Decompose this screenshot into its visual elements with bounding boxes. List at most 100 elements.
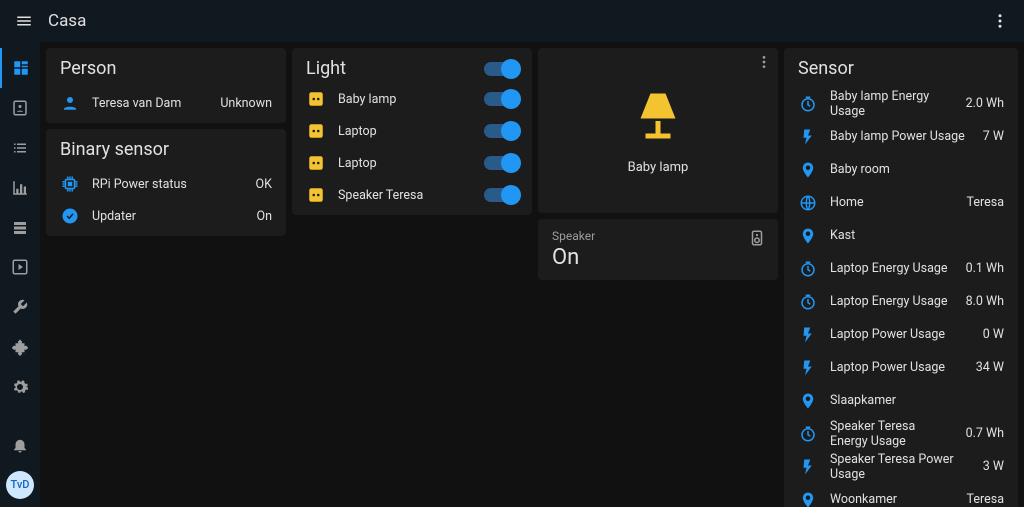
sensor-row[interactable]: HomeTeresa bbox=[798, 186, 1004, 219]
timer-icon bbox=[798, 425, 818, 443]
light-row[interactable]: Baby lamp bbox=[306, 83, 518, 115]
light-master-toggle[interactable] bbox=[484, 62, 518, 76]
binary-value: OK bbox=[256, 177, 272, 192]
sidebar: TvD bbox=[0, 42, 40, 507]
flash-icon bbox=[798, 326, 818, 344]
lamp-icon bbox=[628, 86, 688, 146]
speaker-title: Speaker bbox=[552, 229, 764, 243]
nav-overview[interactable] bbox=[0, 48, 40, 88]
sensor-row[interactable]: Laptop Energy Usage 0.1 Wh bbox=[798, 252, 1004, 285]
light-label: Laptop bbox=[338, 124, 472, 139]
sensor-row[interactable]: Slaapkamer bbox=[798, 384, 1004, 417]
binary-row-updater[interactable]: Updater On bbox=[60, 200, 272, 232]
timer-icon bbox=[798, 260, 818, 278]
person-row[interactable]: Teresa van Dam Unknown bbox=[60, 87, 272, 119]
sensor-row[interactable]: Laptop Energy Usage 8.0 Wh bbox=[798, 285, 1004, 318]
sensor-row[interactable]: Speaker Teresa Energy Usage 0.7 Wh bbox=[798, 417, 1004, 450]
light-row[interactable]: Laptop bbox=[306, 115, 518, 147]
person-value: Unknown bbox=[220, 96, 272, 111]
check-circle-icon bbox=[60, 207, 80, 225]
sensor-value: 0.1 Wh bbox=[966, 261, 1004, 276]
place-icon bbox=[798, 227, 818, 245]
person-title: Person bbox=[60, 58, 272, 79]
user-avatar[interactable]: TvD bbox=[6, 471, 34, 499]
outlet-icon bbox=[306, 186, 326, 204]
globe-icon bbox=[798, 194, 818, 212]
speaker-card[interactable]: Speaker On bbox=[538, 219, 778, 280]
nav-media[interactable] bbox=[0, 248, 40, 288]
menu-button[interactable] bbox=[12, 9, 36, 33]
sensor-label: Speaker Teresa Power Usage bbox=[830, 452, 971, 482]
sensor-label: Slaapkamer bbox=[830, 393, 992, 408]
nav-integrations[interactable] bbox=[0, 327, 40, 367]
sensor-label: Laptop Energy Usage bbox=[830, 294, 954, 309]
sensor-value: 0 W bbox=[983, 327, 1004, 342]
light-toggle[interactable] bbox=[484, 156, 518, 170]
sensor-label: Laptop Power Usage bbox=[830, 360, 964, 375]
person-icon bbox=[60, 94, 80, 112]
flash-icon bbox=[798, 359, 818, 377]
nav-devtools[interactable] bbox=[0, 287, 40, 327]
feature-menu-button[interactable] bbox=[756, 54, 772, 74]
sensor-row[interactable]: Baby lamp Power Usage 7 W bbox=[798, 120, 1004, 153]
binary-label: RPi Power status bbox=[92, 177, 244, 192]
place-icon bbox=[798, 161, 818, 179]
speaker-icon bbox=[748, 229, 766, 251]
sensor-title: Sensor bbox=[798, 58, 1004, 79]
person-card: Person Teresa van Dam Unknown bbox=[46, 48, 286, 123]
speaker-state: On bbox=[552, 245, 764, 270]
nav-notifications[interactable] bbox=[0, 425, 40, 465]
sensor-value: 34 W bbox=[976, 360, 1004, 375]
sensor-value: 7 W bbox=[983, 129, 1004, 144]
light-row[interactable]: Speaker Teresa bbox=[306, 179, 518, 211]
binary-row-rpi[interactable]: RPi Power status OK bbox=[60, 168, 272, 200]
sensor-row[interactable]: Baby lamp Energy Usage 2.0 Wh bbox=[798, 87, 1004, 120]
chip-icon bbox=[60, 175, 80, 193]
sensor-value: 0.7 Wh bbox=[966, 426, 1004, 441]
sensor-label: Baby lamp Energy Usage bbox=[830, 89, 954, 119]
sensor-row[interactable]: Baby room bbox=[798, 153, 1004, 186]
nav-history[interactable] bbox=[0, 168, 40, 208]
sensor-row[interactable]: Kast bbox=[798, 219, 1004, 252]
app-title: Casa bbox=[48, 11, 86, 31]
place-icon bbox=[798, 392, 818, 410]
sensor-label: Baby lamp Power Usage bbox=[830, 129, 971, 144]
nav-logbook[interactable] bbox=[0, 128, 40, 168]
light-card: Light Baby lamp Laptop Laptop Speaker Teres… bbox=[292, 48, 532, 215]
sensor-label: Laptop Energy Usage bbox=[830, 261, 954, 276]
feature-name: Baby lamp bbox=[628, 160, 689, 175]
nav-config[interactable] bbox=[0, 367, 40, 407]
timer-icon bbox=[798, 95, 818, 113]
person-label: Teresa van Dam bbox=[92, 96, 208, 111]
light-row[interactable]: Laptop bbox=[306, 147, 518, 179]
sensor-value: 2.0 Wh bbox=[966, 96, 1004, 111]
sensor-label: Laptop Power Usage bbox=[830, 327, 971, 342]
feature-light-card[interactable]: Baby lamp bbox=[538, 48, 778, 213]
app-header: Casa bbox=[0, 0, 1024, 42]
sensor-value: 8.0 Wh bbox=[966, 294, 1004, 309]
outlet-icon bbox=[306, 122, 326, 140]
sensor-row[interactable]: Laptop Power Usage 34 W bbox=[798, 351, 1004, 384]
sensor-label: Speaker Teresa Energy Usage bbox=[830, 419, 954, 449]
sensor-row[interactable]: Speaker Teresa Power Usage3 W bbox=[798, 450, 1004, 483]
light-label: Laptop bbox=[338, 156, 472, 171]
light-toggle[interactable] bbox=[484, 188, 518, 202]
binary-title: Binary sensor bbox=[60, 139, 272, 160]
sensor-row[interactable]: Laptop Power Usage 0 W bbox=[798, 318, 1004, 351]
sensor-card: Sensor Baby lamp Energy Usage2.0 WhBaby … bbox=[784, 48, 1018, 507]
flash-icon bbox=[798, 128, 818, 146]
sensor-label: Baby room bbox=[830, 162, 992, 177]
main-content: Person Teresa van Dam Unknown Binary sen… bbox=[40, 42, 1024, 507]
place-icon bbox=[798, 491, 818, 507]
overflow-button[interactable] bbox=[988, 9, 1012, 33]
light-toggle[interactable] bbox=[484, 124, 518, 138]
sensor-label: Home bbox=[830, 195, 955, 210]
timer-icon bbox=[798, 293, 818, 311]
outlet-icon bbox=[306, 154, 326, 172]
light-toggle[interactable] bbox=[484, 92, 518, 106]
sensor-row[interactable]: WoonkamerTeresa bbox=[798, 483, 1004, 507]
nav-shopping[interactable] bbox=[0, 208, 40, 248]
nav-map[interactable] bbox=[0, 88, 40, 128]
light-title: Light bbox=[306, 58, 484, 79]
binary-sensor-card: Binary sensor RPi Power status OK Update… bbox=[46, 129, 286, 236]
